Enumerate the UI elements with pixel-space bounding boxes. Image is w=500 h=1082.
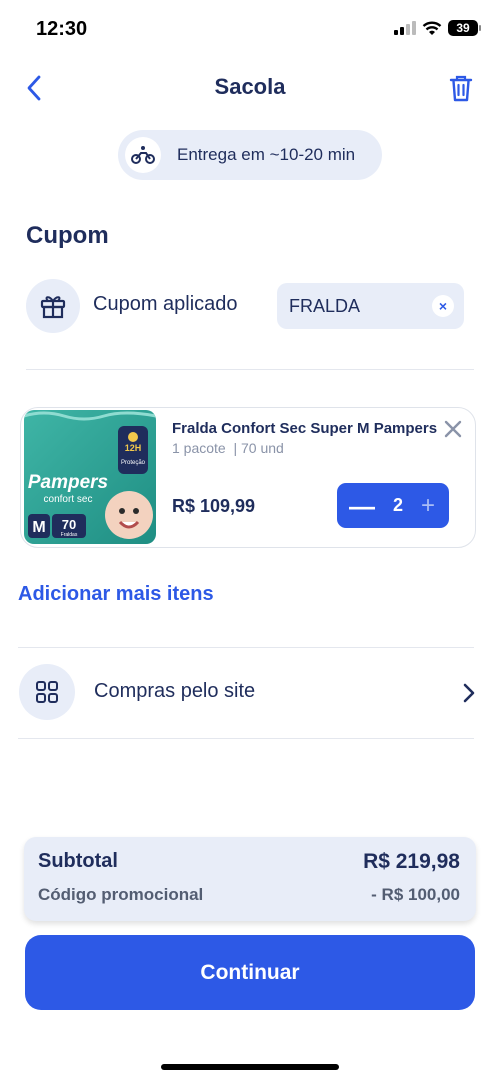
wifi-icon: [422, 21, 442, 35]
promo-code-label: Código promocional: [38, 885, 204, 904]
decrement-button[interactable]: —: [349, 493, 375, 519]
gift-icon: [26, 279, 80, 333]
delivery-time-text: Entrega em ~10-20 min: [177, 145, 356, 164]
clear-bag-button[interactable]: [446, 72, 476, 104]
signal-icon: [394, 21, 416, 35]
remove-item-icon[interactable]: [444, 420, 462, 438]
delivery-time-badge: Entrega em ~10-20 min: [118, 130, 382, 180]
motorbike-icon: [125, 137, 161, 173]
grid-icon: [19, 664, 75, 720]
svg-text:70: 70: [62, 517, 76, 532]
page-title: Sacola: [214, 74, 286, 99]
coupon-code-value: FRALDA: [289, 295, 361, 316]
divider: [18, 647, 474, 648]
product-image: 12H Proteção Pampers confort sec M 70 Fr…: [24, 410, 156, 544]
coupon-remove-icon[interactable]: ×: [432, 295, 454, 317]
product-package-info: 1 pacote | 70 und: [172, 440, 284, 456]
battery-icon: 39: [448, 20, 481, 36]
svg-text:Fraldas: Fraldas: [61, 532, 78, 538]
trash-icon: [449, 75, 473, 102]
svg-text:M: M: [32, 519, 45, 536]
coupon-code-field[interactable]: FRALDA ×: [277, 283, 464, 329]
add-more-items-link[interactable]: Adicionar mais itens: [18, 583, 214, 606]
status-time: 12:30: [36, 18, 88, 40]
divider: [26, 369, 474, 370]
subtotal-value: R$ 219,98: [363, 850, 460, 873]
quantity-stepper[interactable]: — 2 +: [337, 483, 449, 528]
svg-text:12H: 12H: [125, 443, 142, 453]
product-name: Fralda Confort Sec Super M Pampers: [172, 420, 438, 437]
chevron-right-icon[interactable]: [462, 682, 476, 704]
product-price: R$ 109,99: [172, 496, 256, 516]
increment-button[interactable]: +: [421, 492, 435, 520]
continue-button[interactable]: Continuar: [25, 935, 475, 1010]
home-indicator: [161, 1064, 339, 1070]
svg-text:confort sec: confort sec: [44, 494, 93, 505]
quantity-value: 2: [392, 495, 403, 515]
coupon-applied-label: Cupom aplicado: [93, 293, 238, 315]
svg-text:Proteção: Proteção: [121, 460, 146, 466]
svg-text:Pampers: Pampers: [28, 472, 108, 493]
subtotal-label: Subtotal: [38, 850, 118, 872]
promo-code-value: - R$ 100,00: [371, 885, 460, 904]
status-icons: 39: [394, 20, 481, 36]
divider: [18, 738, 474, 739]
site-purchases-row[interactable]: Compras pelo site: [94, 680, 255, 703]
coupon-section-title: Cupom: [26, 222, 109, 249]
